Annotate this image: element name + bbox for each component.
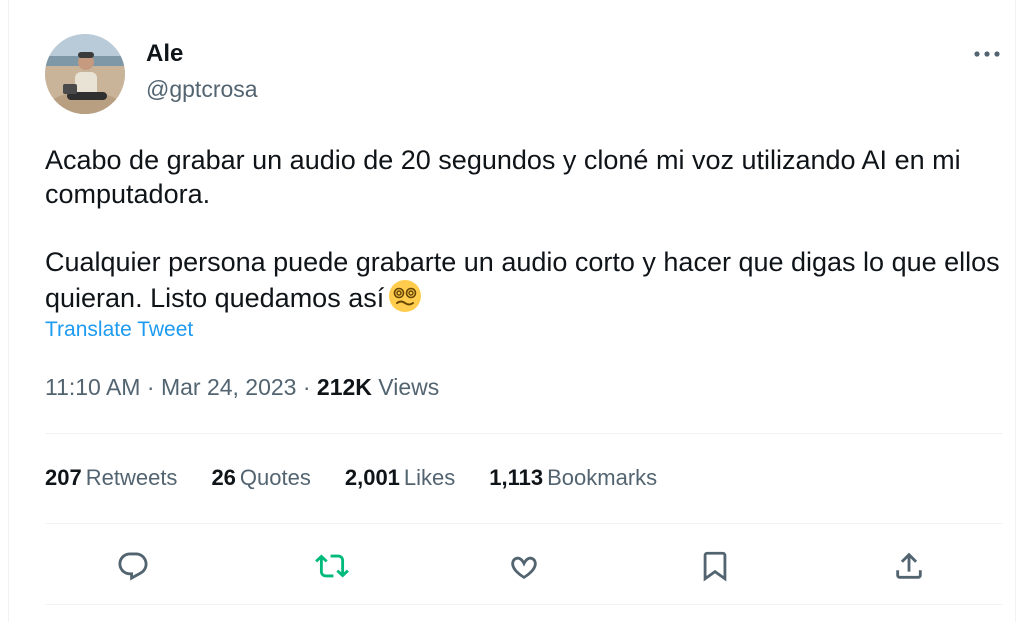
retweets-stat[interactable]: 207 Retweets — [45, 465, 177, 491]
more-icon — [974, 51, 1000, 57]
views-label: Views — [378, 374, 440, 400]
quotes-count: 26 — [211, 465, 236, 490]
translate-tweet-link[interactable]: Translate Tweet — [45, 318, 193, 342]
divider — [45, 523, 1003, 524]
bookmarks-stat[interactable]: 1,113 Bookmarks — [489, 465, 657, 491]
retweet-button[interactable] — [312, 546, 352, 586]
tweet-date[interactable]: Mar 24, 2023 — [161, 374, 297, 400]
dizzy-face-emoji-icon — [388, 279, 422, 321]
divider — [45, 433, 1003, 434]
reply-icon — [118, 552, 148, 581]
tweet-card: Ale @gptcrosa Acabo de grabar un audio d… — [8, 0, 1016, 622]
quotes-label: Quotes — [239, 465, 311, 490]
retweet-icon — [315, 554, 349, 578]
bookmark-icon — [703, 551, 727, 582]
meta-separator: · — [302, 374, 311, 400]
reply-button[interactable] — [113, 546, 153, 586]
likes-stat[interactable]: 2,001 Likes — [345, 465, 455, 491]
share-button[interactable] — [889, 546, 929, 586]
bookmarks-label: Bookmarks — [547, 465, 658, 490]
user-handle[interactable]: @gptcrosa — [146, 76, 258, 103]
tweet-paragraph-2: Cualquier persona puede grabarte un audi… — [45, 245, 1005, 321]
like-icon — [511, 556, 537, 580]
retweets-label: Retweets — [85, 465, 178, 490]
display-name[interactable]: Ale — [146, 40, 183, 68]
tweet-time[interactable]: 11:10 AM — [45, 374, 140, 400]
views-count: 212K — [316, 374, 372, 400]
more-options-button[interactable] — [969, 40, 1005, 68]
likes-count: 2,001 — [344, 465, 400, 490]
tweet-text: Acabo de grabar un audio de 20 segundos … — [45, 143, 1005, 321]
retweets-count: 207 — [45, 465, 82, 490]
tweet-paragraph-2-text: Cualquier persona puede grabarte un audi… — [45, 247, 1008, 313]
bookmarks-count: 1,113 — [489, 465, 544, 490]
tweet-meta: 11:10 AM · Mar 24, 2023 · 212K Views — [45, 374, 439, 401]
bookmark-button[interactable] — [695, 546, 735, 586]
avatar-image — [45, 34, 125, 114]
divider — [45, 604, 1003, 605]
tweet-stats: 207 Retweets 26 Quotes 2,001 Likes 1,113 Boo… — [45, 465, 657, 491]
meta-separator: · — [146, 374, 155, 400]
like-button[interactable] — [504, 546, 544, 586]
likes-label: Likes — [403, 465, 456, 490]
quotes-stat[interactable]: 26 Quotes — [211, 465, 310, 491]
avatar[interactable] — [45, 34, 125, 114]
share-icon — [896, 552, 922, 579]
tweet-paragraph-1: Acabo de grabar un audio de 20 segundos … — [45, 145, 969, 209]
